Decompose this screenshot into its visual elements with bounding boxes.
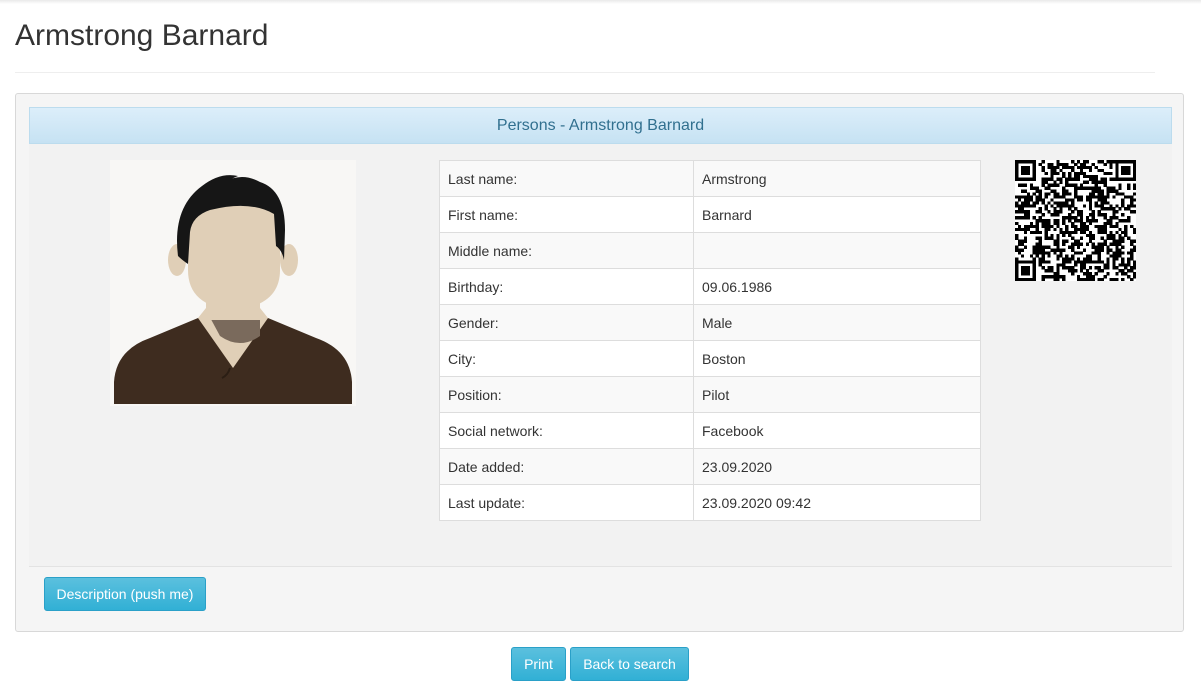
field-value: Male [693, 304, 981, 341]
field-value: 23.09.2020 09:42 [693, 484, 981, 521]
field-label: Last name: [439, 160, 694, 197]
field-label: Birthday: [439, 268, 694, 305]
back-to-search-button[interactable]: Back to search [570, 647, 689, 681]
title-divider [15, 72, 1155, 73]
field-value [693, 232, 981, 269]
field-label: Middle name: [439, 232, 694, 269]
qr-code-icon [1015, 160, 1137, 282]
panel-heading: Persons - Armstrong Barnard [29, 107, 1172, 144]
table-row: City: Boston [439, 340, 981, 377]
field-value: Pilot [693, 376, 981, 413]
table-row: Last update: 23.09.2020 09:42 [439, 484, 981, 521]
print-button[interactable]: Print [511, 647, 566, 681]
top-shadow [0, 0, 1201, 4]
table-row: Position: Pilot [439, 376, 981, 413]
field-label: Last update: [439, 484, 694, 521]
field-value: 23.09.2020 [693, 448, 981, 485]
table-row: Social network: Facebook [439, 412, 981, 449]
field-value: 09.06.1986 [693, 268, 981, 305]
person-avatar-icon [110, 160, 356, 406]
page-title: Armstrong Barnard [15, 19, 269, 52]
description-button[interactable]: Description (push me) [44, 577, 206, 611]
field-label: Gender: [439, 304, 694, 341]
table-row: Birthday: 09.06.1986 [439, 268, 981, 305]
person-panel: Persons - Armstrong Barnard Last name: Ar… [15, 93, 1184, 632]
panel-body: Last name: Armstrong First name: Barnard M… [29, 144, 1172, 566]
field-label: Date added: [439, 448, 694, 485]
panel-footer: Description (push me) [29, 566, 1172, 620]
field-value: Boston [693, 340, 981, 377]
field-label: Position: [439, 376, 694, 413]
table-row: Middle name: [439, 232, 981, 269]
table-row: Last name: Armstrong [439, 160, 981, 197]
field-value: Barnard [693, 196, 981, 233]
table-row: First name: Barnard [439, 196, 981, 233]
field-value: Facebook [693, 412, 981, 449]
person-info-table: Last name: Armstrong First name: Barnard M… [439, 160, 981, 521]
field-label: Social network: [439, 412, 694, 449]
field-label: City: [439, 340, 694, 377]
table-row: Date added: 23.09.2020 [439, 448, 981, 485]
field-value: Armstrong [693, 160, 981, 197]
table-row: Gender: Male [439, 304, 981, 341]
field-label: First name: [439, 196, 694, 233]
